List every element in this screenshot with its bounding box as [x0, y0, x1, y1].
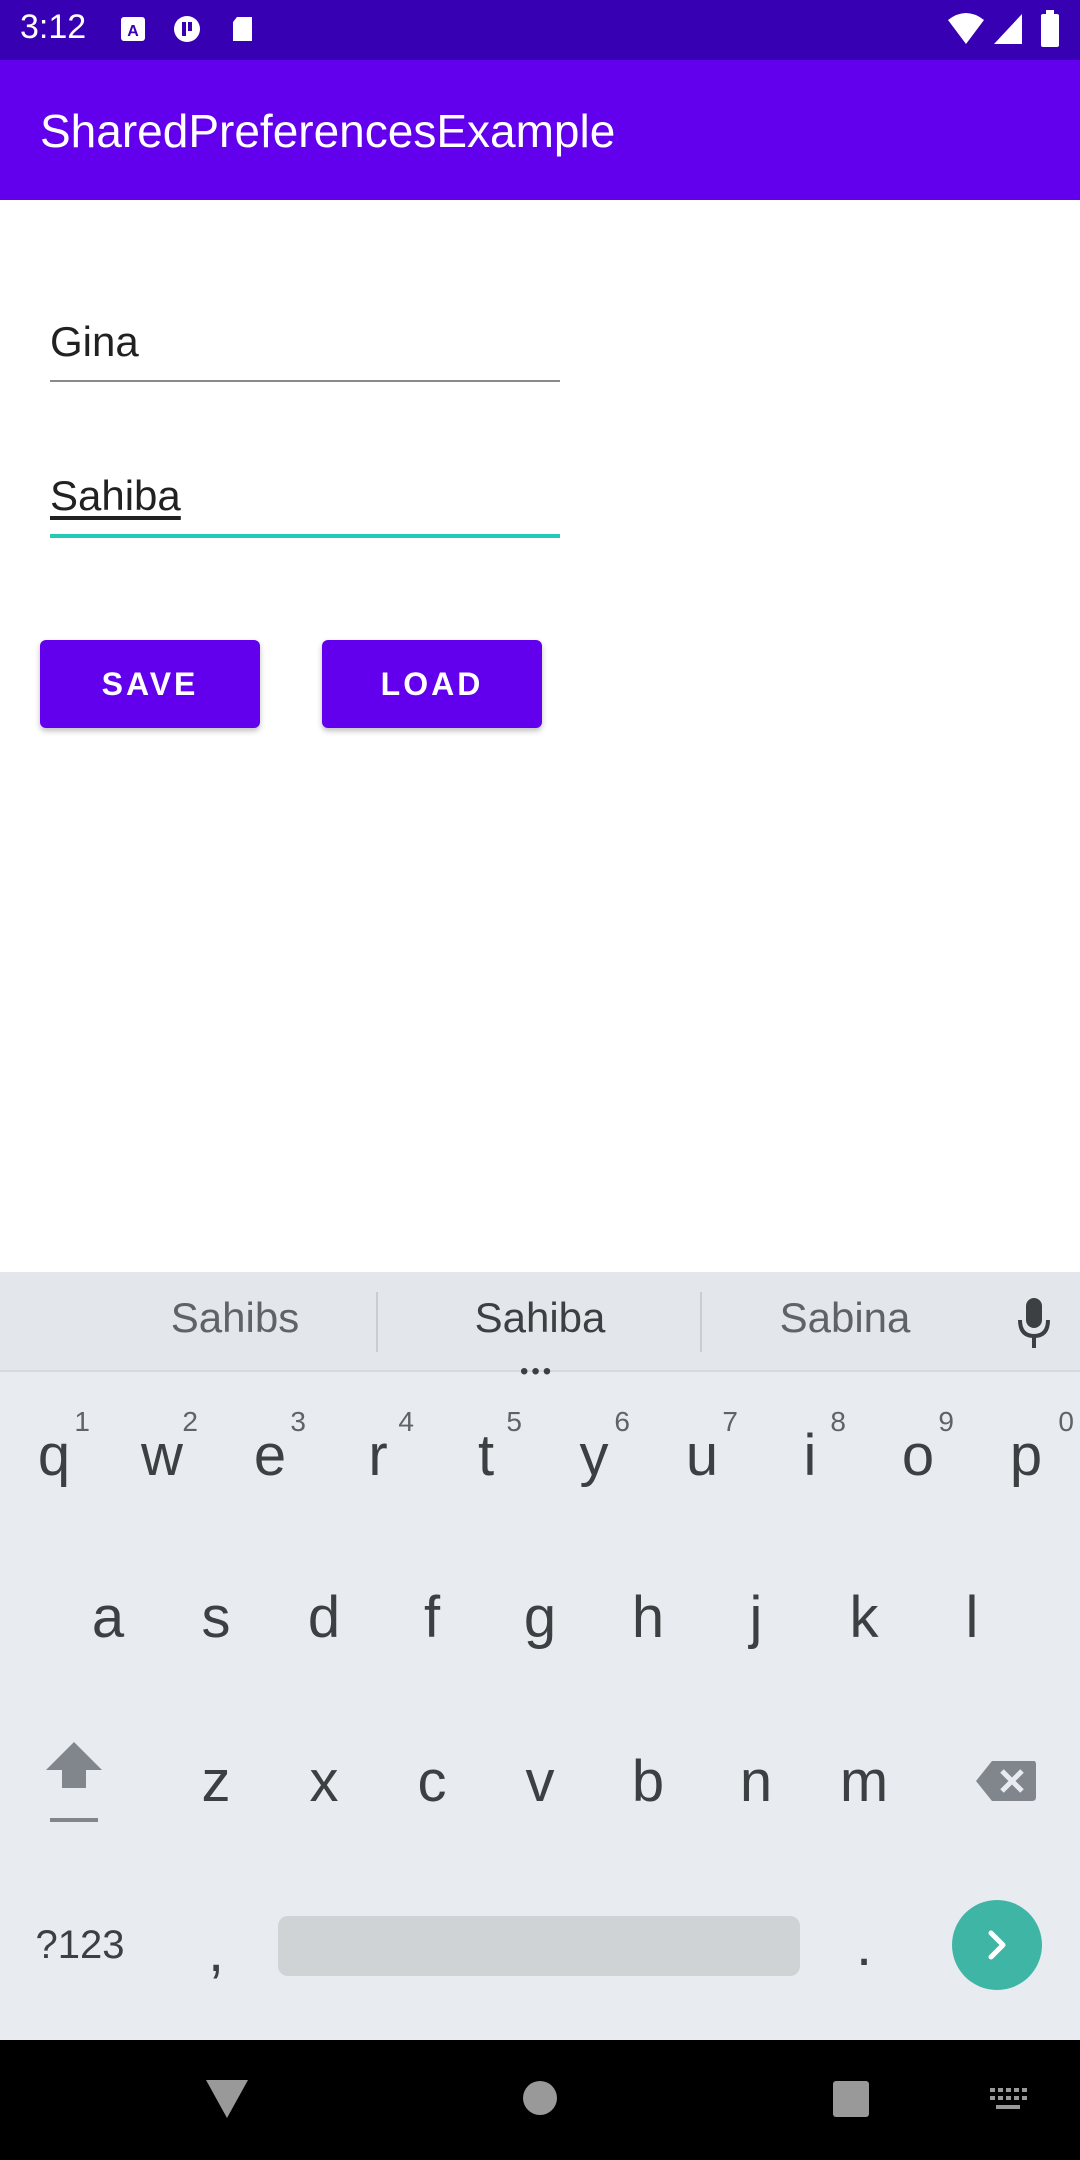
key-r-label: r — [368, 1422, 388, 1488]
home-icon[interactable] — [522, 2080, 558, 2116]
name-input-1-value: Gina — [50, 318, 139, 365]
key-w[interactable]: w2 — [108, 1400, 216, 1510]
name-input-1-underline — [50, 380, 560, 382]
key-x[interactable]: x — [270, 1726, 378, 1836]
key-g[interactable]: g — [486, 1562, 594, 1672]
sd-card-icon — [233, 17, 252, 41]
key-o-hint: 9 — [938, 1406, 954, 1437]
space-bar[interactable] — [278, 1916, 800, 1976]
chevron-right-icon — [988, 1930, 1006, 1960]
navigation-bar — [0, 2040, 1080, 2160]
app-bar: SharedPreferencesExample — [0, 60, 1080, 200]
key-h[interactable]: h — [594, 1562, 702, 1672]
key-q-label: q — [37, 1422, 71, 1488]
key-v[interactable]: v — [486, 1726, 594, 1836]
status-time: 3:12 — [20, 8, 87, 46]
key-a[interactable]: a — [54, 1562, 162, 1672]
key-u-hint: 7 — [722, 1406, 738, 1437]
name-input-2-underline — [50, 534, 560, 538]
suggestion-center[interactable]: Sahiba — [440, 1294, 640, 1342]
key-i-hint: 8 — [830, 1406, 846, 1437]
keyboard-switch-icon[interactable] — [988, 2086, 1028, 2112]
status-bar: 3:12 A — [0, 0, 1080, 60]
key-y-hint: 6 — [614, 1406, 630, 1437]
key-l[interactable]: l — [918, 1562, 1026, 1672]
key-d[interactable]: d — [270, 1562, 378, 1672]
key-p-label: p — [1009, 1422, 1043, 1488]
key-i-label: i — [803, 1422, 817, 1488]
key-i[interactable]: i8 — [756, 1400, 864, 1510]
key-o[interactable]: o9 — [864, 1400, 972, 1510]
key-r[interactable]: r4 — [324, 1400, 432, 1510]
suggestion-bar: Sahibs Sahiba Sabina ••• — [0, 1272, 1080, 1385]
key-y[interactable]: y6 — [540, 1400, 648, 1510]
wifi-icon — [948, 13, 984, 44]
key-r-hint: 4 — [398, 1406, 414, 1437]
key-n[interactable]: n — [702, 1726, 810, 1836]
a-box-icon: A — [121, 17, 145, 41]
app-title: SharedPreferencesExample — [40, 105, 616, 157]
key-q[interactable]: q1 — [0, 1400, 108, 1510]
more-suggestions-dots: ••• — [520, 1358, 555, 1385]
suggestion-divider — [376, 1292, 378, 1352]
suggestion-right[interactable]: Sabina — [750, 1294, 940, 1342]
suggestion-divider — [700, 1292, 702, 1352]
key-j[interactable]: j — [702, 1562, 810, 1672]
key-w-label: w — [141, 1422, 183, 1488]
key-e-label: e — [253, 1422, 287, 1488]
key-q-hint: 1 — [74, 1406, 90, 1437]
key-k[interactable]: k — [810, 1562, 918, 1672]
key-m[interactable]: m — [810, 1726, 918, 1836]
period-key[interactable]: . — [810, 1890, 918, 2000]
key-u[interactable]: u7 — [648, 1400, 756, 1510]
load-button[interactable]: LOAD — [322, 640, 542, 728]
shift-icon — [46, 1742, 102, 1822]
key-y-label: y — [579, 1422, 609, 1488]
name-input-1[interactable]: Gina — [50, 318, 560, 382]
name-input-2[interactable]: Sahiba — [50, 472, 560, 538]
signal-icon — [994, 14, 1022, 44]
key-z[interactable]: z — [162, 1726, 270, 1836]
key-e[interactable]: e3 — [216, 1400, 324, 1510]
recents-icon[interactable] — [832, 2080, 870, 2118]
suggestion-left[interactable]: Sahibs — [140, 1294, 330, 1342]
key-s[interactable]: s — [162, 1562, 270, 1672]
svg-text:A: A — [127, 23, 139, 40]
key-o-label: o — [901, 1422, 935, 1488]
shift-key[interactable] — [20, 1726, 128, 1836]
key-c[interactable]: c — [378, 1726, 486, 1836]
key-u-label: u — [685, 1422, 719, 1488]
save-button[interactable]: SAVE — [40, 640, 260, 728]
name-input-2-value: Sahiba — [50, 472, 181, 519]
key-p[interactable]: p0 — [972, 1400, 1080, 1510]
key-b[interactable]: b — [594, 1726, 702, 1836]
key-p-hint: 0 — [1058, 1406, 1074, 1437]
key-t-label: t — [477, 1422, 495, 1488]
battery-icon — [1041, 10, 1059, 47]
backspace-icon — [976, 1761, 1036, 1801]
back-icon[interactable] — [204, 2078, 250, 2120]
key-t[interactable]: t5 — [432, 1400, 540, 1510]
enter-button[interactable] — [952, 1900, 1042, 1990]
key-t-hint: 5 — [506, 1406, 522, 1437]
key-w-hint: 2 — [182, 1406, 198, 1437]
key-f[interactable]: f — [378, 1562, 486, 1672]
symbols-key[interactable]: ?123 — [20, 1890, 140, 2000]
circle-logo-icon — [174, 16, 200, 42]
comma-key[interactable]: , — [162, 1896, 270, 2006]
key-e-hint: 3 — [290, 1406, 306, 1437]
backspace-key[interactable] — [952, 1726, 1060, 1836]
microphone-icon[interactable] — [1014, 1296, 1054, 1352]
